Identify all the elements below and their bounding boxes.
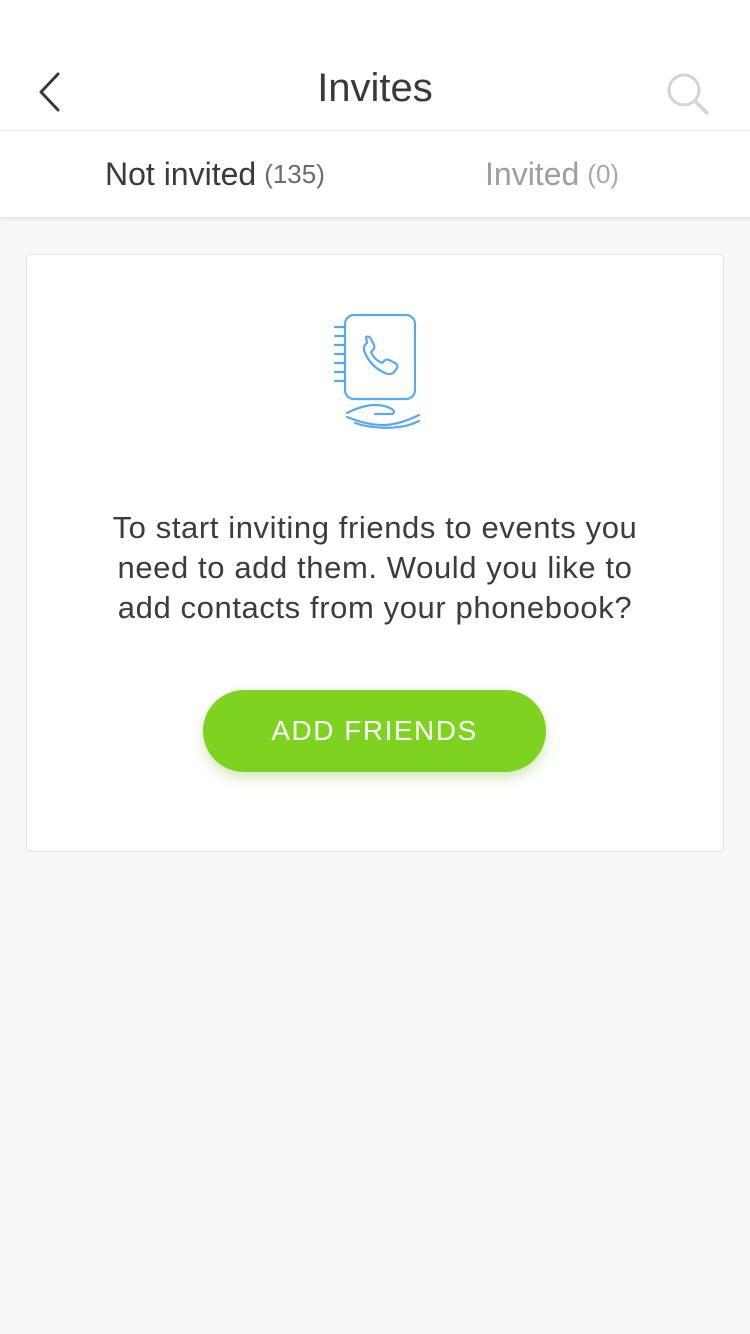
tab-bar: Not invited (135) Invited (0) <box>0 131 750 217</box>
search-button[interactable] <box>656 64 720 124</box>
tab-count: (0) <box>587 158 620 189</box>
add-friends-button[interactable]: ADD FRIENDS <box>203 690 546 772</box>
tab-label: Not invited <box>105 155 257 192</box>
tab-invited[interactable]: Invited (0) <box>370 131 750 217</box>
phonebook-hand-icon <box>333 313 421 429</box>
empty-state-card: To start inviting friends to events you … <box>26 254 724 852</box>
empty-state-message: To start inviting friends to events you … <box>112 510 638 625</box>
tab-label: Invited <box>485 155 580 192</box>
search-icon <box>667 73 709 115</box>
status-bar <box>0 0 750 40</box>
page-title: Invites <box>317 66 433 110</box>
tab-count: (135) <box>264 158 325 189</box>
tab-not-invited[interactable]: Not invited (135) <box>0 131 370 217</box>
navigation-bar: Invites <box>0 40 750 131</box>
